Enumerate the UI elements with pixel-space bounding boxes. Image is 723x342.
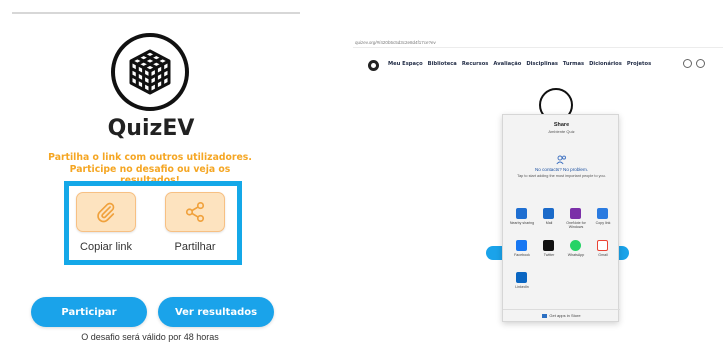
share-dialog-subtitle: Ambiente Quiz xyxy=(548,129,575,134)
gmail-icon xyxy=(597,240,608,251)
app-title: QuizEV xyxy=(107,116,195,141)
copy-link-label: Copiar link xyxy=(80,241,132,253)
address-bar-url[interactable]: quizev.org/#/420b5c5d3c2e8d4f17ce?ev xyxy=(355,40,436,45)
search-icon[interactable] xyxy=(683,59,692,68)
share-app-gmail[interactable]: Gmail xyxy=(590,240,616,268)
get-apps-label: Get apps in Store xyxy=(549,313,581,318)
copy-link-button[interactable] xyxy=(76,192,136,232)
share-app-nearby-sharing[interactable]: Nearby sharing xyxy=(509,208,535,236)
address-bar-divider xyxy=(353,47,723,48)
nav-item-biblioteca[interactable]: Biblioteca xyxy=(428,61,457,67)
top-divider xyxy=(12,12,300,14)
share-label: Partilhar xyxy=(174,241,216,253)
rubiks-cube-icon xyxy=(129,49,171,95)
share-dialog-footer-divider xyxy=(503,309,620,310)
share-app-label: Mail xyxy=(545,221,553,225)
site-logo[interactable] xyxy=(368,60,379,71)
share-app-label: Facebook xyxy=(514,253,530,257)
nav-icons xyxy=(683,59,705,68)
share-dialog-title: Share xyxy=(553,122,570,128)
quiz-share-panel: QuizEV Partilha o link com outros utiliz… xyxy=(0,0,340,342)
share-app-label: Nearby sharing xyxy=(509,221,535,225)
site-nav: Meu Espaço Biblioteca Recursos Avaliação… xyxy=(388,61,651,67)
linkedin-icon xyxy=(516,272,527,283)
share-nodes-icon xyxy=(185,202,205,222)
nav-item-dicionarios[interactable]: Dicionários xyxy=(589,61,622,67)
share-app-onenote[interactable]: OneNote for Windows xyxy=(563,208,589,236)
no-contacts-subtitle: Tap to start adding the most important p… xyxy=(517,174,606,178)
nav-item-recursos[interactable]: Recursos xyxy=(462,61,489,67)
share-app-copy-link[interactable]: Copy link xyxy=(590,208,616,236)
windows-share-dialog: Share Ambiente Quiz No contacts? No prob… xyxy=(502,114,620,322)
whatsapp-icon xyxy=(570,240,581,251)
help-icon[interactable] xyxy=(696,59,705,68)
share-app-facebook[interactable]: Facebook xyxy=(509,240,535,268)
share-options-highlight: Copiar link Partilhar xyxy=(64,181,242,265)
onenote-icon xyxy=(570,208,581,219)
nav-item-projetos[interactable]: Projetos xyxy=(627,61,651,67)
share-app-label: WhatsApp xyxy=(567,253,585,257)
share-app-linkedin[interactable]: LinkedIn xyxy=(509,272,535,300)
share-message-line1: Partilha o link com outros utilizadores. xyxy=(48,152,252,163)
twitter-icon xyxy=(543,240,554,251)
share-app-label: OneNote for Windows xyxy=(566,221,586,230)
share-app-label: Copy link xyxy=(595,221,611,225)
participate-button[interactable]: Participar xyxy=(31,297,147,327)
get-apps-link[interactable]: Get apps in Store xyxy=(503,313,620,318)
nav-item-avaliacao[interactable]: Avaliação xyxy=(493,61,521,67)
browser-share-screenshot: quizev.org/#/420b5c5d3c2e8d4f17ce?ev Meu… xyxy=(353,40,723,342)
nav-item-meu-espaco[interactable]: Meu Espaço xyxy=(388,61,423,67)
no-contacts-title[interactable]: No contacts? No problem. xyxy=(503,167,620,172)
share-app-label: Twitter xyxy=(543,253,555,257)
share-button[interactable] xyxy=(165,192,225,232)
validity-text: O desafio será válido por 48 horas xyxy=(81,332,219,342)
copy-link-icon xyxy=(597,208,608,219)
share-app-label: LinkedIn xyxy=(515,285,529,289)
share-app-whatsapp[interactable]: WhatsApp xyxy=(563,240,589,268)
store-icon xyxy=(542,313,548,318)
nav-item-turmas[interactable]: Turmas xyxy=(563,61,584,67)
share-app-label: Gmail xyxy=(598,253,608,257)
paperclip-icon xyxy=(97,202,115,223)
mail-icon xyxy=(543,208,554,219)
share-app-twitter[interactable]: Twitter xyxy=(536,240,562,268)
facebook-icon xyxy=(516,240,527,251)
view-results-button[interactable]: Ver resultados xyxy=(158,297,274,327)
people-icon xyxy=(556,155,566,165)
share-app-mail[interactable]: Mail xyxy=(536,208,562,236)
nav-item-disciplinas[interactable]: Disciplinas xyxy=(526,61,558,67)
quizev-logo xyxy=(111,33,189,111)
nearby-share-icon xyxy=(516,208,527,219)
